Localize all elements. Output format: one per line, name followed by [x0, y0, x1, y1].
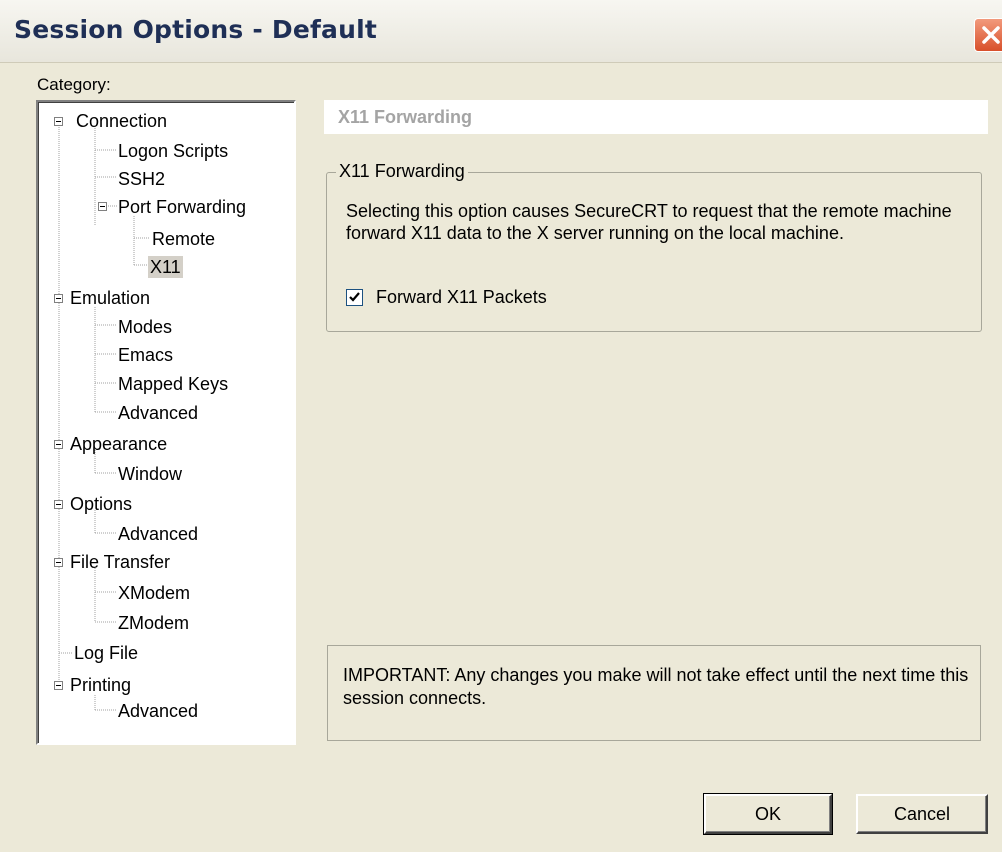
tree-item-emacs[interactable]: Emacs	[118, 344, 173, 366]
tree-item-ssh2[interactable]: SSH2	[118, 168, 165, 190]
group-description: Selecting this option causes SecureCRT t…	[346, 201, 952, 243]
tree-item-emulation-advanced[interactable]: Advanced	[118, 402, 198, 424]
tree-item-appearance[interactable]: Appearance	[70, 433, 167, 455]
expander-file-transfer[interactable]	[54, 558, 63, 567]
tree-item-remote[interactable]: Remote	[152, 228, 215, 250]
tree-item-port-forwarding[interactable]: Port Forwarding	[118, 196, 246, 218]
cancel-button[interactable]: Cancel	[856, 794, 988, 834]
expander-printing[interactable]	[54, 681, 63, 690]
x11-forwarding-group	[326, 172, 982, 332]
page-header: X11 Forwarding	[324, 100, 988, 134]
tree-item-modes[interactable]: Modes	[118, 316, 172, 338]
forward-x11-label[interactable]: Forward X11 Packets	[376, 287, 547, 308]
window-title: Session Options - Default	[14, 15, 378, 44]
title-bar: Session Options - Default	[0, 0, 1002, 63]
tree-item-connection[interactable]: Connection	[76, 110, 167, 132]
tree-item-options-advanced[interactable]: Advanced	[118, 523, 198, 545]
tree-item-mapped-keys[interactable]: Mapped Keys	[118, 373, 228, 395]
tree-item-logon-scripts[interactable]: Logon Scripts	[118, 140, 228, 162]
ok-button[interactable]: OK	[703, 793, 833, 835]
group-legend: X11 Forwarding	[336, 161, 468, 182]
expander-port-forwarding[interactable]	[98, 202, 107, 211]
tree-item-printing-advanced[interactable]: Advanced	[118, 700, 198, 722]
important-note: IMPORTANT: Any changes you make will not…	[327, 645, 981, 741]
tree-item-options[interactable]: Options	[70, 493, 132, 515]
expander-connection[interactable]	[54, 117, 63, 126]
tree-item-x11[interactable]: X11	[148, 256, 183, 278]
tree-item-printing[interactable]: Printing	[70, 674, 131, 696]
expander-options[interactable]	[54, 500, 63, 509]
category-tree[interactable]: Connection Logon Scripts SSH2 Port Forwa…	[36, 100, 296, 745]
tree-item-emulation[interactable]: Emulation	[70, 287, 150, 309]
expander-emulation[interactable]	[54, 294, 63, 303]
forward-x11-checkbox[interactable]	[346, 289, 363, 306]
close-button[interactable]	[974, 18, 1002, 52]
tree-item-file-transfer[interactable]: File Transfer	[70, 551, 170, 573]
important-text: IMPORTANT: Any changes you make will not…	[343, 665, 969, 708]
checkmark-icon	[349, 292, 360, 302]
tree-item-zmodem[interactable]: ZModem	[118, 612, 189, 634]
tree-item-window[interactable]: Window	[118, 463, 182, 485]
page-header-title: X11 Forwarding	[338, 107, 473, 127]
tree-item-log-file[interactable]: Log File	[74, 642, 138, 664]
tree-item-xmodem[interactable]: XModem	[118, 582, 190, 604]
close-icon	[982, 26, 1000, 44]
category-label: Category:	[37, 75, 111, 94]
expander-appearance[interactable]	[54, 440, 63, 449]
